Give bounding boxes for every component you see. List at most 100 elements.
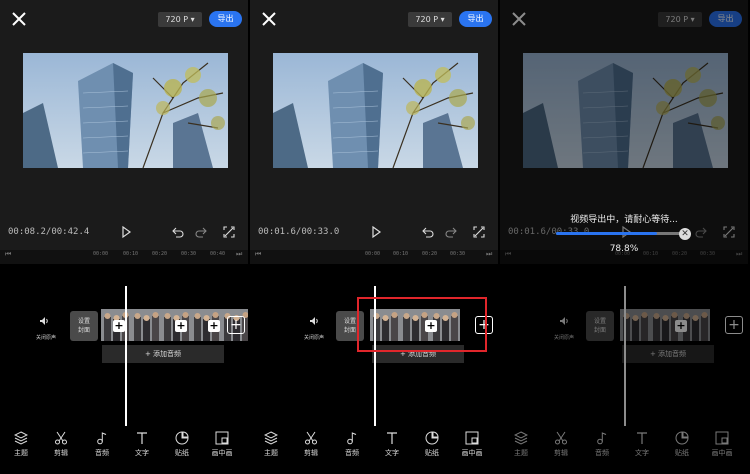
export-button[interactable]: 导出 xyxy=(459,11,492,27)
tool-label: 主题 xyxy=(14,449,28,457)
tool-pip[interactable]: 画中画 xyxy=(204,431,240,458)
tool-label: 贴纸 xyxy=(175,449,189,457)
tool-sticker[interactable]: 贴纸 xyxy=(414,431,450,458)
add-audio-button[interactable]: + 添加音频 xyxy=(102,345,224,363)
tool-theme[interactable]: 主题 xyxy=(3,431,39,458)
picture-in-picture-icon xyxy=(465,431,479,445)
tool-text[interactable]: 文字 xyxy=(374,431,410,458)
timeline: 关闭原声 设置封面 + + + + + 添加音频 xyxy=(0,264,248,424)
music-note-icon xyxy=(97,432,107,445)
tool-label: 剪辑 xyxy=(304,449,318,457)
tool-label: 音频 xyxy=(95,449,109,457)
tool-audio[interactable]: 音频 xyxy=(84,431,120,458)
tool-pip[interactable]: 画中画 xyxy=(454,431,490,458)
playhead[interactable] xyxy=(125,286,127,426)
playback-controls: 00:01.6/00:33.0 xyxy=(250,222,498,242)
tool-label: 音频 xyxy=(345,449,359,457)
ruler-tick: 00:20 xyxy=(422,251,438,257)
cover-label: 封面 xyxy=(77,327,90,334)
export-percent: 78.8% xyxy=(609,244,639,254)
export-progress-bar xyxy=(556,232,684,235)
ruler-tick: 00:30 xyxy=(181,251,197,257)
tool-text[interactable]: 文字 xyxy=(124,431,160,458)
play-icon[interactable] xyxy=(119,225,133,239)
redo-icon[interactable] xyxy=(194,225,208,239)
playback-controls: 00:08.2/00:42.4 xyxy=(0,222,248,242)
time-readout: 00:08.2/00:42.4 xyxy=(8,227,90,237)
export-overlay xyxy=(500,0,748,474)
tool-audio[interactable]: 音频 xyxy=(334,431,370,458)
cover-label: 封面 xyxy=(343,327,356,334)
speaker-icon[interactable] xyxy=(39,316,49,326)
undo-icon[interactable] xyxy=(171,225,185,239)
ruler-tick: 00:40 xyxy=(210,251,226,257)
ruler-tick: 00:00 xyxy=(93,251,109,257)
layers-icon xyxy=(264,431,278,445)
resolution-dropdown[interactable]: 720 P ▾ xyxy=(408,12,452,27)
tool-label: 画中画 xyxy=(461,449,483,457)
ruler-tick: 00:00 xyxy=(365,251,381,257)
editor-panel-3-exporting: 720 P ▾ 导出 00:01.6/00:33.0 ⏮ 00:00 00:10… xyxy=(500,0,748,474)
tool-label: 文字 xyxy=(385,449,399,457)
picture-in-picture-icon xyxy=(215,431,229,445)
fullscreen-icon[interactable] xyxy=(222,225,236,239)
add-transition-button[interactable]: + xyxy=(175,320,187,332)
ruler-tick: 00:10 xyxy=(123,251,139,257)
skip-end-icon[interactable]: ⏭ xyxy=(486,250,492,259)
set-cover-button[interactable]: 设置 封面 xyxy=(70,311,98,341)
bottom-toolbar: 主题 剪辑 音频 文字 贴纸 画中画 xyxy=(0,426,248,474)
time-ruler: ⏮ 00:00 00:10 00:20 00:30 00:40 ⏭ xyxy=(0,250,248,264)
tool-label: 剪辑 xyxy=(54,449,68,457)
tool-label: 贴纸 xyxy=(425,449,439,457)
redo-icon[interactable] xyxy=(444,225,458,239)
tool-edit[interactable]: 剪辑 xyxy=(293,431,329,458)
cover-label: 设置 xyxy=(343,318,356,325)
time-ruler: ⏮ 00:00 00:10 00:20 00:30 ⏭ xyxy=(250,250,498,264)
tool-sticker[interactable]: 贴纸 xyxy=(164,431,200,458)
tool-label: 文字 xyxy=(135,449,149,457)
skip-end-icon[interactable]: ⏭ xyxy=(236,250,242,259)
video-preview xyxy=(0,40,248,250)
close-icon[interactable] xyxy=(9,9,29,29)
sticker-icon xyxy=(175,431,189,445)
cancel-export-icon[interactable]: ✕ xyxy=(679,228,691,240)
add-transition-button[interactable]: + xyxy=(113,320,125,332)
resolution-dropdown[interactable]: 720 P ▾ xyxy=(158,12,202,27)
speaker-icon[interactable] xyxy=(309,316,319,326)
mute-original-label[interactable]: 关闭原声 xyxy=(302,334,326,341)
scissors-icon xyxy=(55,431,67,445)
top-bar: 720 P ▾ 导出 xyxy=(250,0,498,40)
scissors-icon xyxy=(305,431,317,445)
layers-icon xyxy=(14,431,28,445)
ruler-tick: 00:10 xyxy=(393,251,409,257)
time-readout: 00:01.6/00:33.0 xyxy=(258,227,340,237)
play-icon[interactable] xyxy=(369,225,383,239)
preview-image xyxy=(23,53,228,168)
ruler-tick: 00:30 xyxy=(450,251,466,257)
export-button[interactable]: 导出 xyxy=(209,11,242,27)
export-message: 视频导出中，请耐心等待... xyxy=(570,215,678,225)
sticker-icon xyxy=(425,431,439,445)
fullscreen-icon[interactable] xyxy=(472,225,486,239)
text-icon xyxy=(387,432,397,444)
preview-image xyxy=(273,53,478,168)
add-transition-button[interactable]: + xyxy=(208,320,220,332)
editor-panel-2: 720 P ▾ 导出 00:01.6/00:33.0 ⏮ 00:00 00:10… xyxy=(250,0,498,474)
mute-original-label[interactable]: 关闭原声 xyxy=(34,334,58,341)
export-progress-fill xyxy=(556,232,657,235)
music-note-icon xyxy=(347,432,357,445)
undo-icon[interactable] xyxy=(421,225,435,239)
tool-edit[interactable]: 剪辑 xyxy=(43,431,79,458)
video-preview xyxy=(250,40,498,250)
cover-label: 设置 xyxy=(77,318,90,325)
skip-start-icon[interactable]: ⏮ xyxy=(5,250,11,259)
tool-theme[interactable]: 主题 xyxy=(253,431,289,458)
tool-label: 主题 xyxy=(264,449,278,457)
text-icon xyxy=(137,432,147,444)
tool-label: 画中画 xyxy=(211,449,233,457)
add-clip-button[interactable]: + xyxy=(227,316,245,334)
highlight-box xyxy=(357,297,487,352)
close-icon[interactable] xyxy=(259,9,279,29)
skip-start-icon[interactable]: ⏮ xyxy=(255,250,261,259)
top-bar: 720 P ▾ 导出 xyxy=(0,0,248,40)
